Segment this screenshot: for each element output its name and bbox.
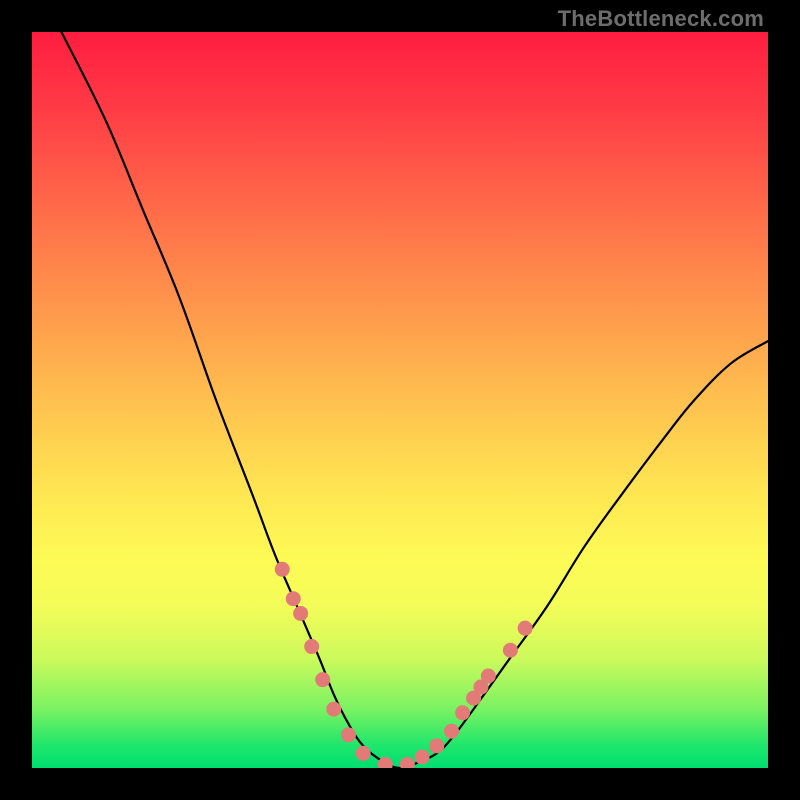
- data-dot: [518, 621, 532, 635]
- data-dot: [316, 673, 330, 687]
- data-dot: [474, 680, 488, 694]
- data-dot: [415, 750, 429, 764]
- data-dot: [378, 757, 392, 768]
- bottleneck-curve: [61, 32, 768, 768]
- curve-svg: [32, 32, 768, 768]
- data-dot: [341, 728, 355, 742]
- data-dot: [286, 592, 300, 606]
- data-dot: [481, 669, 495, 683]
- data-dot: [430, 739, 444, 753]
- data-dot: [456, 706, 470, 720]
- data-dots: [275, 562, 532, 768]
- data-dot: [445, 724, 459, 738]
- data-dot: [503, 643, 517, 657]
- data-dot: [305, 640, 319, 654]
- watermark-text: TheBottleneck.com: [558, 6, 764, 32]
- data-dot: [400, 757, 414, 768]
- data-dot: [356, 746, 370, 760]
- data-dot: [294, 606, 308, 620]
- data-dot: [327, 702, 341, 716]
- data-dot: [275, 562, 289, 576]
- chart-frame: TheBottleneck.com: [0, 0, 800, 800]
- data-dot: [467, 691, 481, 705]
- plot-area: [32, 32, 768, 768]
